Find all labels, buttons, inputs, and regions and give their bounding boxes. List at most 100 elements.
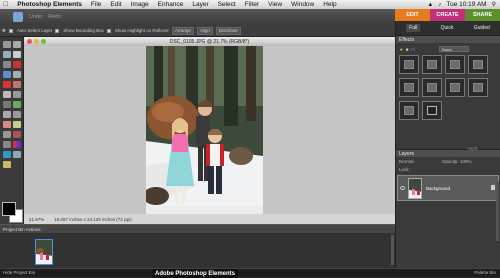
align-button[interactable]: Align (196, 26, 213, 35)
opacity-value[interactable]: 100% (460, 159, 472, 164)
canvas-area[interactable] (24, 46, 395, 215)
lasso-tool-icon[interactable] (13, 61, 21, 68)
paint-bucket-icon[interactable] (3, 141, 11, 148)
effect-thumbnail[interactable] (399, 55, 419, 74)
zoom-icon[interactable] (41, 39, 46, 44)
menu-enhance[interactable]: Enhance (158, 1, 184, 8)
close-icon[interactable] (27, 39, 32, 44)
foreground-color-swatch[interactable] (2, 202, 16, 216)
visibility-eye-icon[interactable] (400, 186, 405, 190)
layers-panel-header[interactable]: Layers (396, 149, 500, 157)
bounding-box-checkbox[interactable] (55, 28, 60, 33)
menu-edit[interactable]: Edit (110, 1, 121, 8)
clone-stamp-icon[interactable] (13, 111, 21, 118)
tab-create[interactable]: CREATE (430, 9, 465, 21)
menu-select[interactable]: Select (218, 1, 236, 8)
layer-styles-icon[interactable]: ■ (406, 47, 409, 52)
zoom-level[interactable]: 21.67% (29, 217, 44, 222)
app-topbar: Undo Redo (0, 9, 395, 25)
menu-window[interactable]: Window (291, 1, 314, 8)
undo-button[interactable]: Undo (29, 14, 42, 20)
menu-file[interactable]: File (91, 1, 101, 8)
redo-button[interactable]: Redo (48, 14, 61, 20)
menu-filter[interactable]: Filter (245, 1, 259, 8)
project-bin-thumbnail[interactable] (35, 239, 53, 265)
photo-image[interactable] (146, 46, 263, 215)
tab-edit[interactable]: EDIT (395, 9, 430, 21)
eraser-icon[interactable] (3, 121, 11, 128)
effects-category-dropdown[interactable]: Basic (439, 46, 470, 52)
apple-icon[interactable]:  (3, 1, 8, 8)
effect-thumbnail[interactable] (422, 101, 442, 120)
mode-guided[interactable]: Guided (474, 25, 490, 31)
hide-project-bin-button[interactable]: Hide Project Bin (3, 270, 35, 275)
workspace-tabs: EDIT CREATE SHARE (395, 9, 500, 21)
tab-share[interactable]: SHARE (465, 9, 500, 21)
hand-tool-icon[interactable] (13, 41, 21, 48)
highlight-checkbox[interactable] (106, 28, 111, 33)
apply-button[interactable]: Apply (467, 146, 478, 151)
spotlight-icon[interactable]: ⚲ (492, 1, 496, 8)
arrange-button[interactable]: Arrange (171, 26, 194, 35)
crop-tool-icon[interactable] (13, 91, 21, 98)
menu-layer[interactable]: Layer (192, 1, 208, 8)
move-tool-icon: ✥ (2, 27, 6, 33)
bounding-box-label: Show Bounding Box (63, 28, 104, 33)
effect-thumbnail[interactable] (399, 78, 419, 97)
project-bin-title: Project Bin Actions (3, 226, 41, 232)
zoom-tool-icon[interactable] (3, 41, 11, 48)
filters-icon[interactable]: ● (400, 47, 403, 52)
magic-wand-icon[interactable] (3, 71, 11, 78)
mode-full[interactable]: Full (406, 24, 421, 32)
menu-help[interactable]: Help (323, 1, 336, 8)
layers-toolbar: Normal Opacity: 100% Lock: (396, 157, 500, 175)
project-bin-scrollbar[interactable] (391, 235, 394, 265)
effects-panel-header[interactable]: Effects (396, 35, 500, 43)
mode-quick[interactable]: Quick (441, 25, 454, 31)
pse-logo-icon (13, 12, 23, 22)
minimize-icon[interactable] (34, 39, 39, 44)
layer-thumbnail (408, 178, 422, 199)
effect-thumbnail[interactable] (468, 55, 488, 74)
type-tool-icon[interactable] (3, 91, 11, 98)
effects-grid (396, 55, 500, 133)
move-tool-icon[interactable] (13, 51, 21, 58)
menu-image[interactable]: Image (131, 1, 149, 8)
photo-effects-icon[interactable]: □ (411, 47, 414, 52)
sponge-tool-icon[interactable] (3, 161, 11, 168)
project-bin-header[interactable]: Project Bin Actions (0, 225, 395, 233)
pencil-icon[interactable] (13, 121, 21, 128)
effect-thumbnail[interactable] (468, 78, 488, 97)
effect-thumbnail[interactable] (445, 55, 465, 74)
effect-thumbnail[interactable] (445, 78, 465, 97)
layer-row[interactable]: Background (397, 175, 499, 201)
clock[interactable]: Tue 10:19 AM (446, 1, 486, 8)
effect-thumbnail[interactable] (422, 78, 442, 97)
gradient-icon[interactable] (13, 141, 21, 148)
red-eye-icon[interactable] (3, 81, 11, 88)
layers-scrollbar[interactable] (496, 181, 499, 241)
document-window: DSC_0105.JPG @ 21.7% (RGB/8*) 21.67% 16.… (24, 37, 395, 224)
panel-bin: Full Quick Guided Effects ● ■ □ Basic Ap… (395, 21, 500, 268)
wifi-icon[interactable]: ▲ (427, 2, 433, 8)
straighten-icon[interactable] (3, 111, 11, 118)
quick-selection-icon[interactable] (13, 71, 21, 78)
auto-select-checkbox[interactable] (8, 28, 13, 33)
shape-tool-icon[interactable] (3, 151, 11, 158)
marquee-tool-icon[interactable] (3, 61, 11, 68)
effect-thumbnail[interactable] (422, 55, 442, 74)
healing-brush-icon[interactable] (13, 81, 21, 88)
recompose-icon[interactable] (3, 101, 11, 108)
palette-bin-button[interactable]: Palette Bin (474, 270, 496, 275)
cookie-cutter-icon[interactable] (13, 101, 21, 108)
menu-view[interactable]: View (268, 1, 282, 8)
volume-icon[interactable]: ♪ (438, 2, 441, 8)
eyedropper-icon[interactable] (3, 51, 11, 58)
blur-tool-icon[interactable] (13, 151, 21, 158)
smart-brush-icon[interactable] (13, 131, 21, 138)
app-menu[interactable]: Photoshop Elements (17, 1, 82, 8)
effect-thumbnail[interactable] (399, 101, 419, 120)
distribute-button[interactable]: Distribute (215, 26, 241, 35)
blend-mode-dropdown[interactable]: Normal (399, 159, 414, 164)
brush-icon[interactable] (3, 131, 11, 138)
